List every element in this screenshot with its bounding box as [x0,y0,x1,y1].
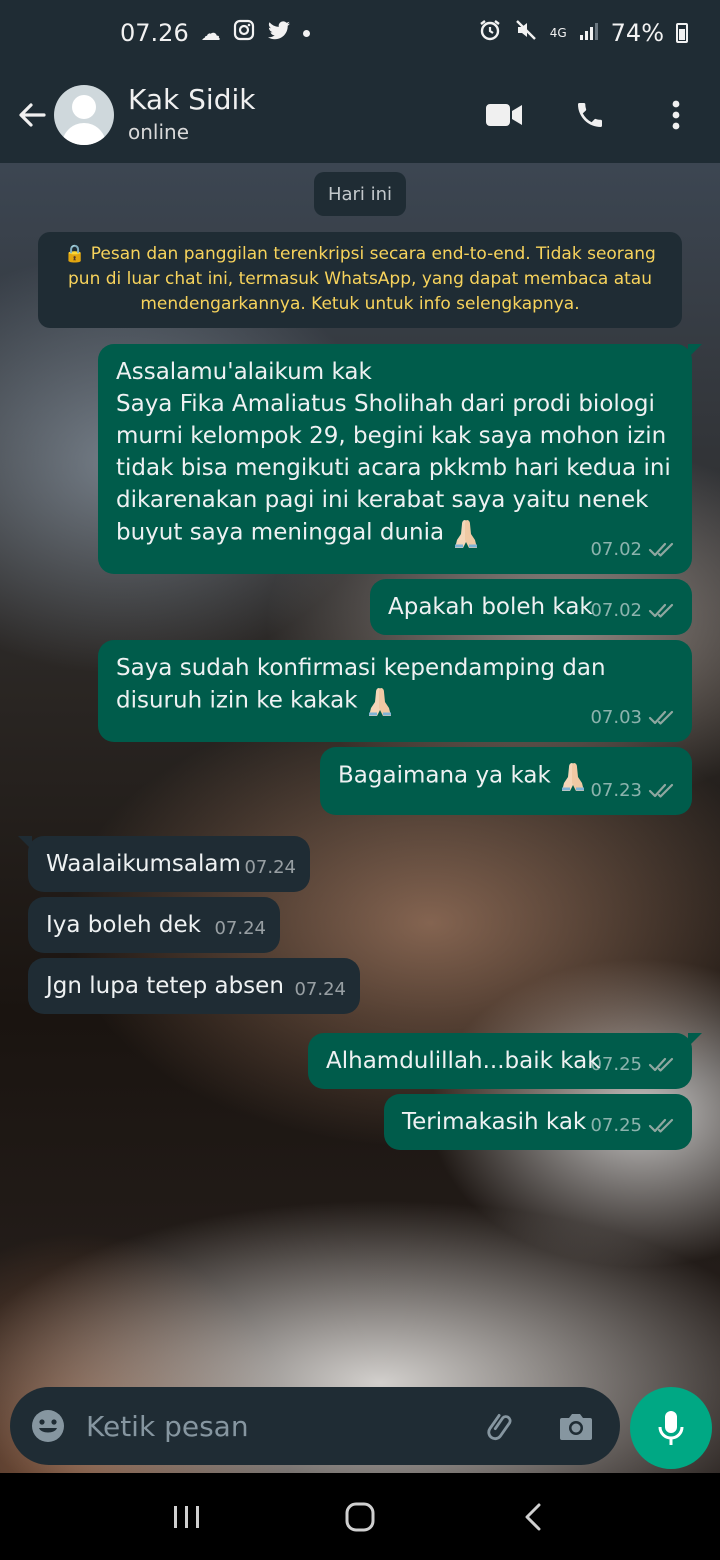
message-time: 07.24 [244,857,296,878]
double-check-icon [648,710,674,725]
cloud-icon: ☁ [200,21,221,45]
back-arrow-icon [19,102,46,127]
message-text: Saya sudah konfirmasi kependamping dan d… [116,655,606,714]
message-meta: 07.24 [244,852,296,884]
status-time: 07.26 [120,19,189,47]
message-time: 07.25 [590,1054,642,1075]
notification-dot-icon [302,29,310,37]
contact-name: Kak Sidik [128,82,256,116]
message-composer [10,1387,620,1465]
avatar[interactable] [54,84,114,145]
emoji-button[interactable] [28,1406,68,1446]
message-bubble[interactable]: Terimakasih kak 07.25 [384,1094,692,1150]
phone-icon [578,102,602,127]
message-time: 07.02 [590,600,642,621]
recents-icon [173,1505,199,1528]
instagram-icon [233,19,255,47]
message-meta: 07.23 [590,775,678,807]
message-bubble[interactable]: Assalamu'alaikum kak Saya Fika Amaliatus… [98,344,702,574]
system-navigation-bar [0,1473,720,1560]
home-button[interactable] [330,1487,390,1547]
camera-icon [560,1414,592,1440]
message-text: Jgn lupa tetep absen [46,973,284,999]
contact-info[interactable]: Kak Sidik online [128,83,255,147]
message-time: 07.02 [590,539,642,560]
more-options-button[interactable] [656,95,696,135]
encryption-notice[interactable]: 🔒 Pesan dan panggilan terenkripsi secara… [38,232,682,328]
message-bubble[interactable]: Apakah boleh kak 07.02 [370,579,692,635]
folded-hands-icon [562,763,585,791]
date-chip: Hari ini [314,172,406,216]
twitter-icon [267,19,291,47]
mic-icon [658,1411,684,1445]
mute-icon [514,18,538,48]
recents-button[interactable] [157,1487,217,1547]
battery-icon [676,23,688,43]
message-text: Waalaikumsalam [46,851,241,877]
message-meta: 07.24 [214,913,266,945]
message-text: Assalamu'alaikum kak Saya Fika Amaliatus… [116,359,671,546]
double-check-icon [648,1118,674,1133]
message-text: Alhamdulillah...baik kak [326,1048,601,1074]
status-bar-right: 4G 74% [478,18,688,48]
signal-icon [579,19,599,47]
message-meta: 07.25 [590,1110,678,1142]
message-meta: 07.25 [590,1049,678,1081]
message-time: 07.24 [214,918,266,939]
folded-hands-icon [368,688,391,716]
camera-button[interactable] [556,1406,596,1446]
emoji-icon [32,1410,64,1442]
double-check-icon [648,783,674,798]
status-bar: 07.26 ☁ 4G 74% [0,0,720,66]
message-time: 07.03 [590,707,642,728]
message-bubble[interactable]: Iya boleh dek 07.24 [28,897,280,953]
network-type: 4G [549,25,567,40]
battery-level: 74% [610,19,664,47]
voice-call-button[interactable] [570,95,610,135]
alarm-icon [478,18,502,48]
message-text: Iya boleh dek [46,912,201,938]
attach-button[interactable] [482,1406,522,1446]
message-meta: 07.03 [590,702,678,734]
contact-status: online [128,119,190,144]
message-bubble[interactable]: Bagaimana ya kak 07.23 [320,747,692,815]
attach-icon [487,1414,512,1441]
message-bubble[interactable]: Waalaikumsalam 07.24 [18,836,310,892]
home-icon [345,1502,375,1531]
message-bubble[interactable]: Saya sudah konfirmasi kependamping dan d… [98,640,692,742]
message-bubble[interactable]: Jgn lupa tetep absen 07.24 [28,958,360,1014]
nav-back-icon [525,1503,541,1530]
message-meta: 07.02 [590,534,678,566]
message-text: Terimakasih kak [402,1109,587,1135]
double-check-icon [648,1057,674,1072]
message-time: 07.23 [590,780,642,801]
chat-header: Kak Sidik online [0,66,720,163]
message-input[interactable] [86,1409,482,1443]
folded-hands-icon [455,520,478,548]
more-options-icon [672,100,680,129]
header-actions [484,66,696,163]
double-check-icon [648,603,674,618]
message-text: Apakah boleh kak [388,594,593,620]
message-text: Bagaimana ya kak [338,762,551,789]
video-call-button[interactable] [484,95,524,135]
message-time: 07.24 [294,979,346,1000]
voice-message-button[interactable] [630,1387,712,1469]
back-button[interactable] [8,91,56,139]
message-meta: 07.02 [590,595,678,627]
message-time: 07.25 [590,1115,642,1136]
video-call-icon [486,103,522,126]
message-meta: 07.24 [294,974,346,1006]
system-back-button[interactable] [503,1487,563,1547]
message-bubble[interactable]: Alhamdulillah...baik kak 07.25 [308,1033,702,1089]
status-bar-left: 07.26 ☁ [120,19,310,47]
double-check-icon [648,542,674,557]
